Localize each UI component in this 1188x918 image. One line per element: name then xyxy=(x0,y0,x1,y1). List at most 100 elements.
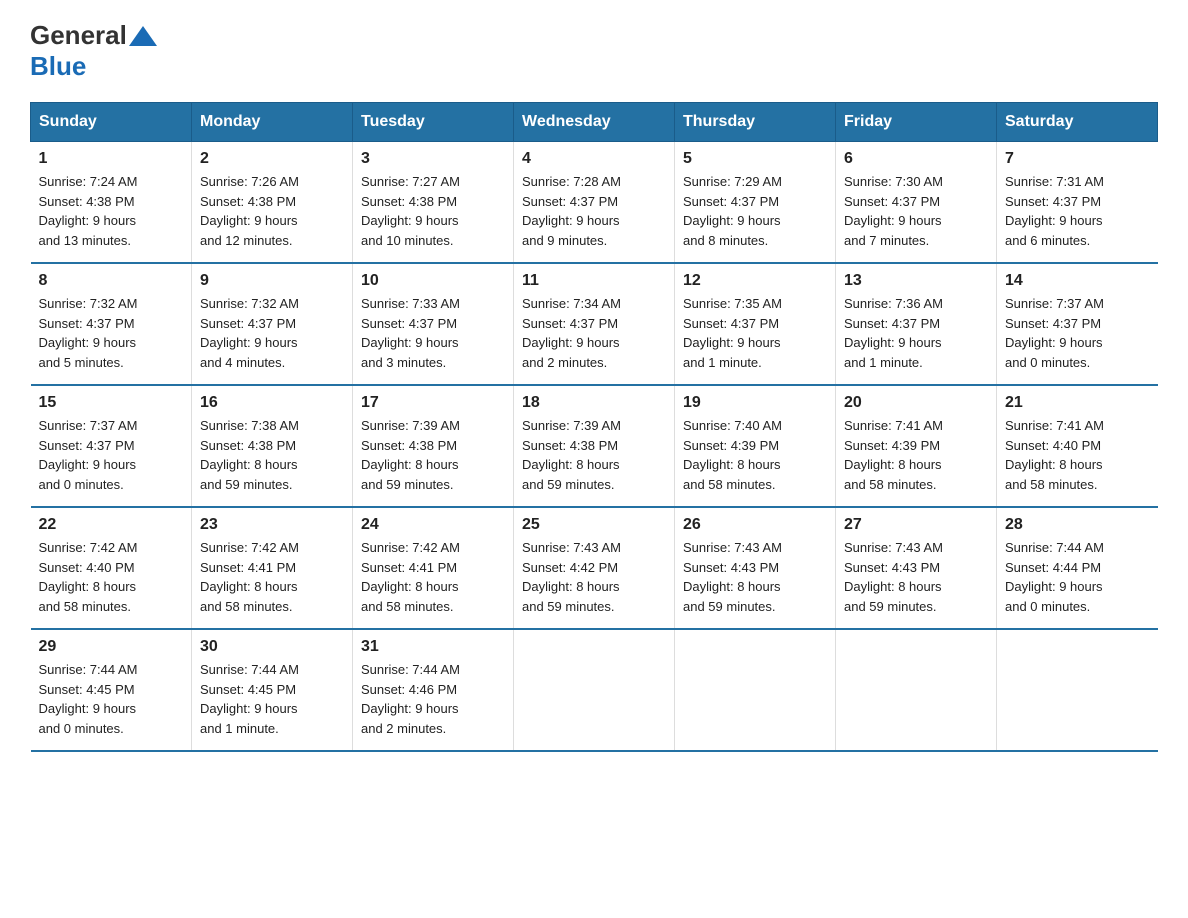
calendar-day-cell: 21 Sunrise: 7:41 AMSunset: 4:40 PMDayligh… xyxy=(997,385,1158,507)
weekday-header-thursday: Thursday xyxy=(675,103,836,142)
calendar-day-cell: 15Sunrise: 7:37 AMSunset: 4:37 PMDayligh… xyxy=(31,385,192,507)
calendar-day-cell: 1 Sunrise: 7:24 AMSunset: 4:38 PMDaylight… xyxy=(31,142,192,264)
day-info: Sunrise: 7:31 AMSunset: 4:37 PMDaylight:… xyxy=(1005,172,1150,250)
day-number: 14 xyxy=(1005,272,1150,290)
day-info: Sunrise: 7:43 AMSunset: 4:43 PMDaylight:… xyxy=(683,538,827,616)
calendar-day-cell xyxy=(997,629,1158,751)
day-number: 25 xyxy=(522,516,666,534)
logo-general-text: General xyxy=(30,20,127,51)
day-info: Sunrise: 7:39 AMSunset: 4:38 PMDaylight:… xyxy=(522,416,666,494)
day-number: 4 xyxy=(522,150,666,168)
day-number: 16 xyxy=(200,394,344,412)
calendar-day-cell: 19 Sunrise: 7:40 AMSunset: 4:39 PMDayligh… xyxy=(675,385,836,507)
day-info: Sunrise: 7:26 AMSunset: 4:38 PMDaylight:… xyxy=(200,172,344,250)
day-info: Sunrise: 7:40 AMSunset: 4:39 PMDaylight:… xyxy=(683,416,827,494)
calendar-day-cell: 16 Sunrise: 7:38 AMSunset: 4:38 PMDayligh… xyxy=(192,385,353,507)
calendar-day-cell: 5 Sunrise: 7:29 AMSunset: 4:37 PMDaylight… xyxy=(675,142,836,264)
day-info: Sunrise: 7:36 AMSunset: 4:37 PMDaylight:… xyxy=(844,294,988,372)
calendar-day-cell: 4 Sunrise: 7:28 AMSunset: 4:37 PMDaylight… xyxy=(514,142,675,264)
calendar-day-cell: 26 Sunrise: 7:43 AMSunset: 4:43 PMDayligh… xyxy=(675,507,836,629)
day-info: Sunrise: 7:34 AMSunset: 4:37 PMDaylight:… xyxy=(522,294,666,372)
calendar-day-cell: 25 Sunrise: 7:43 AMSunset: 4:42 PMDayligh… xyxy=(514,507,675,629)
day-number: 3 xyxy=(361,150,505,168)
calendar-week-row: 15Sunrise: 7:37 AMSunset: 4:37 PMDayligh… xyxy=(31,385,1158,507)
calendar-day-cell: 23 Sunrise: 7:42 AMSunset: 4:41 PMDayligh… xyxy=(192,507,353,629)
calendar-day-cell: 11 Sunrise: 7:34 AMSunset: 4:37 PMDayligh… xyxy=(514,263,675,385)
day-number: 12 xyxy=(683,272,827,290)
calendar-day-cell xyxy=(514,629,675,751)
day-info: Sunrise: 7:43 AMSunset: 4:42 PMDaylight:… xyxy=(522,538,666,616)
day-info: Sunrise: 7:42 AMSunset: 4:41 PMDaylight:… xyxy=(200,538,344,616)
day-number: 31 xyxy=(361,638,505,656)
day-number: 22 xyxy=(39,516,184,534)
calendar-day-cell: 9 Sunrise: 7:32 AMSunset: 4:37 PMDaylight… xyxy=(192,263,353,385)
weekday-header-sunday: Sunday xyxy=(31,103,192,142)
day-info: Sunrise: 7:29 AMSunset: 4:37 PMDaylight:… xyxy=(683,172,827,250)
day-number: 9 xyxy=(200,272,344,290)
calendar-week-row: 8Sunrise: 7:32 AMSunset: 4:37 PMDaylight… xyxy=(31,263,1158,385)
day-info: Sunrise: 7:41 AMSunset: 4:40 PMDaylight:… xyxy=(1005,416,1150,494)
calendar-day-cell: 30 Sunrise: 7:44 AMSunset: 4:45 PMDayligh… xyxy=(192,629,353,751)
page-header: General Blue xyxy=(30,20,1158,82)
day-info: Sunrise: 7:37 AMSunset: 4:37 PMDaylight:… xyxy=(39,416,184,494)
day-info: Sunrise: 7:41 AMSunset: 4:39 PMDaylight:… xyxy=(844,416,988,494)
calendar-day-cell: 24Sunrise: 7:42 AMSunset: 4:41 PMDayligh… xyxy=(353,507,514,629)
logo-triangle-icon xyxy=(129,26,157,46)
day-number: 27 xyxy=(844,516,988,534)
calendar-day-cell: 22 Sunrise: 7:42 AMSunset: 4:40 PMDayligh… xyxy=(31,507,192,629)
logo: General Blue xyxy=(30,20,159,82)
day-number: 30 xyxy=(200,638,344,656)
calendar-day-cell: 13Sunrise: 7:36 AMSunset: 4:37 PMDayligh… xyxy=(836,263,997,385)
day-info: Sunrise: 7:35 AMSunset: 4:37 PMDaylight:… xyxy=(683,294,827,372)
day-number: 7 xyxy=(1005,150,1150,168)
day-number: 11 xyxy=(522,272,666,290)
day-number: 26 xyxy=(683,516,827,534)
day-info: Sunrise: 7:43 AMSunset: 4:43 PMDaylight:… xyxy=(844,538,988,616)
weekday-header-saturday: Saturday xyxy=(997,103,1158,142)
day-number: 18 xyxy=(522,394,666,412)
calendar-week-row: 22 Sunrise: 7:42 AMSunset: 4:40 PMDayligh… xyxy=(31,507,1158,629)
weekday-header-friday: Friday xyxy=(836,103,997,142)
day-info: Sunrise: 7:24 AMSunset: 4:38 PMDaylight:… xyxy=(39,172,184,250)
calendar-day-cell: 8Sunrise: 7:32 AMSunset: 4:37 PMDaylight… xyxy=(31,263,192,385)
calendar-day-cell: 27 Sunrise: 7:43 AMSunset: 4:43 PMDayligh… xyxy=(836,507,997,629)
calendar-day-cell: 17Sunrise: 7:39 AMSunset: 4:38 PMDayligh… xyxy=(353,385,514,507)
calendar-day-cell xyxy=(675,629,836,751)
weekday-header-monday: Monday xyxy=(192,103,353,142)
day-info: Sunrise: 7:44 AMSunset: 4:45 PMDaylight:… xyxy=(200,660,344,738)
day-number: 21 xyxy=(1005,394,1150,412)
calendar-day-cell: 20 Sunrise: 7:41 AMSunset: 4:39 PMDayligh… xyxy=(836,385,997,507)
calendar-day-cell: 31 Sunrise: 7:44 AMSunset: 4:46 PMDayligh… xyxy=(353,629,514,751)
day-number: 19 xyxy=(683,394,827,412)
day-info: Sunrise: 7:27 AMSunset: 4:38 PMDaylight:… xyxy=(361,172,505,250)
logo-blue-text: Blue xyxy=(30,51,86,81)
day-number: 23 xyxy=(200,516,344,534)
day-info: Sunrise: 7:39 AMSunset: 4:38 PMDaylight:… xyxy=(361,416,505,494)
calendar-day-cell xyxy=(836,629,997,751)
day-info: Sunrise: 7:38 AMSunset: 4:38 PMDaylight:… xyxy=(200,416,344,494)
weekday-header-tuesday: Tuesday xyxy=(353,103,514,142)
calendar-day-cell: 14 Sunrise: 7:37 AMSunset: 4:37 PMDayligh… xyxy=(997,263,1158,385)
calendar-day-cell: 3 Sunrise: 7:27 AMSunset: 4:38 PMDaylight… xyxy=(353,142,514,264)
calendar-week-row: 1 Sunrise: 7:24 AMSunset: 4:38 PMDaylight… xyxy=(31,142,1158,264)
calendar-table: SundayMondayTuesdayWednesdayThursdayFrid… xyxy=(30,102,1158,752)
calendar-day-cell: 12 Sunrise: 7:35 AMSunset: 4:37 PMDayligh… xyxy=(675,263,836,385)
day-info: Sunrise: 7:30 AMSunset: 4:37 PMDaylight:… xyxy=(844,172,988,250)
day-number: 5 xyxy=(683,150,827,168)
day-number: 1 xyxy=(39,150,184,168)
day-number: 20 xyxy=(844,394,988,412)
day-info: Sunrise: 7:28 AMSunset: 4:37 PMDaylight:… xyxy=(522,172,666,250)
day-number: 6 xyxy=(844,150,988,168)
day-info: Sunrise: 7:32 AMSunset: 4:37 PMDaylight:… xyxy=(39,294,184,372)
day-info: Sunrise: 7:42 AMSunset: 4:41 PMDaylight:… xyxy=(361,538,505,616)
day-info: Sunrise: 7:42 AMSunset: 4:40 PMDaylight:… xyxy=(39,538,184,616)
day-number: 2 xyxy=(200,150,344,168)
day-info: Sunrise: 7:37 AMSunset: 4:37 PMDaylight:… xyxy=(1005,294,1150,372)
day-info: Sunrise: 7:33 AMSunset: 4:37 PMDaylight:… xyxy=(361,294,505,372)
day-info: Sunrise: 7:32 AMSunset: 4:37 PMDaylight:… xyxy=(200,294,344,372)
weekday-header-wednesday: Wednesday xyxy=(514,103,675,142)
day-number: 10 xyxy=(361,272,505,290)
calendar-day-cell: 28Sunrise: 7:44 AMSunset: 4:44 PMDayligh… xyxy=(997,507,1158,629)
day-info: Sunrise: 7:44 AMSunset: 4:46 PMDaylight:… xyxy=(361,660,505,738)
calendar-day-cell: 29Sunrise: 7:44 AMSunset: 4:45 PMDayligh… xyxy=(31,629,192,751)
